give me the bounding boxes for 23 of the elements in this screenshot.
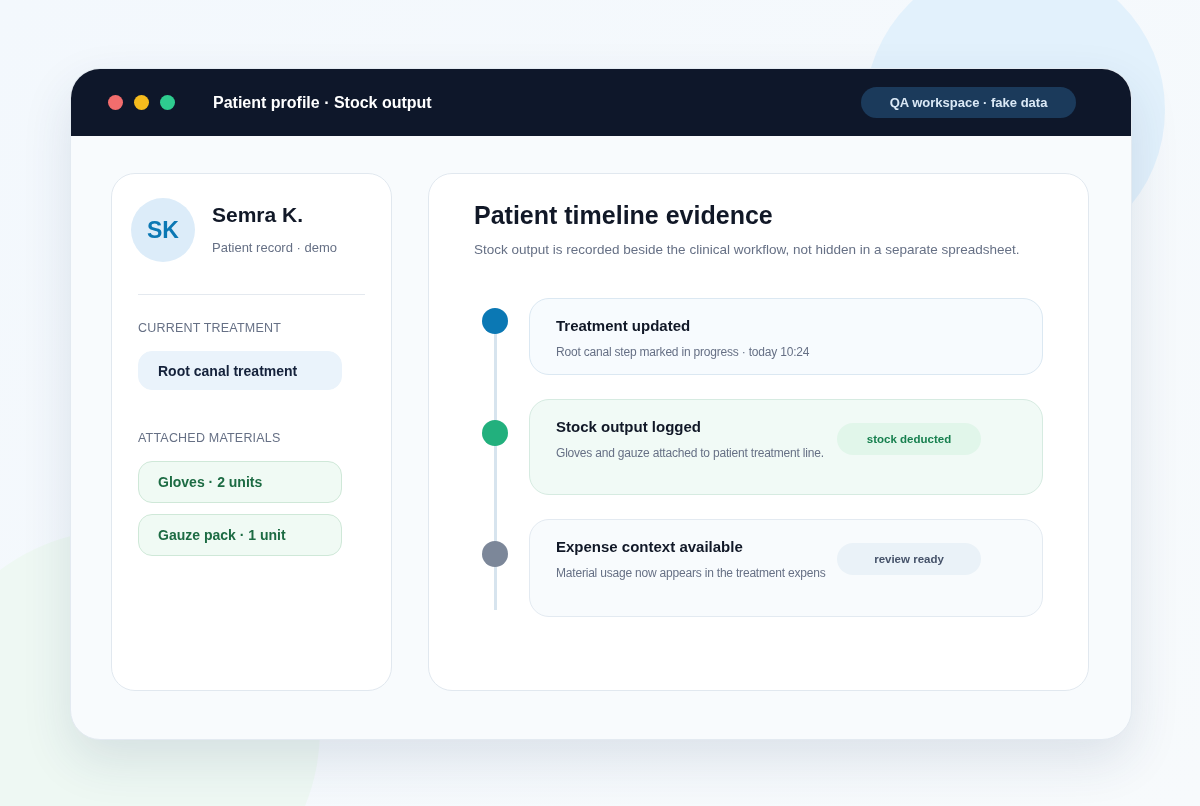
material-pill: Gauze pack · 1 unit (138, 514, 342, 556)
material-pill: Gloves · 2 units (138, 461, 342, 503)
patient-avatar: SK (131, 198, 195, 262)
window-control-icon[interactable] (160, 95, 175, 110)
status-badge: stock deducted (837, 423, 981, 455)
section-label: CURRENT TREATMENT (138, 321, 282, 335)
patient-subtitle: Patient record · demo (212, 240, 337, 255)
section-label: ATTACHED MATERIALS (138, 431, 282, 445)
timeline-title: Patient timeline evidence (474, 201, 774, 230)
event-text: Gloves and gauze attached to patient treatment line. (556, 446, 825, 460)
status-badge: review ready (837, 543, 981, 575)
window-control-icon[interactable] (134, 95, 149, 110)
event-title: Stock output logged (556, 418, 702, 435)
workspace-badge: QA workspace · fake data (861, 87, 1076, 118)
event-text: Material usage now appears in the treatment expens (556, 566, 827, 580)
treatment-pill: Root canal treatment (138, 351, 342, 390)
patient-name: Semra K. (212, 203, 305, 227)
timeline-subtitle: Stock output is recorded beside the clinical workflow, not hidden in a separate spreadsheet. (474, 242, 1021, 257)
window-title: Patient profile · Stock output (213, 93, 433, 112)
event-title: Expense context available (556, 538, 744, 555)
event-text: Root canal step marked in progress · today 10:24 (556, 345, 811, 359)
window-control-icon[interactable] (108, 95, 123, 110)
event-title: Treatment updated (556, 317, 692, 334)
